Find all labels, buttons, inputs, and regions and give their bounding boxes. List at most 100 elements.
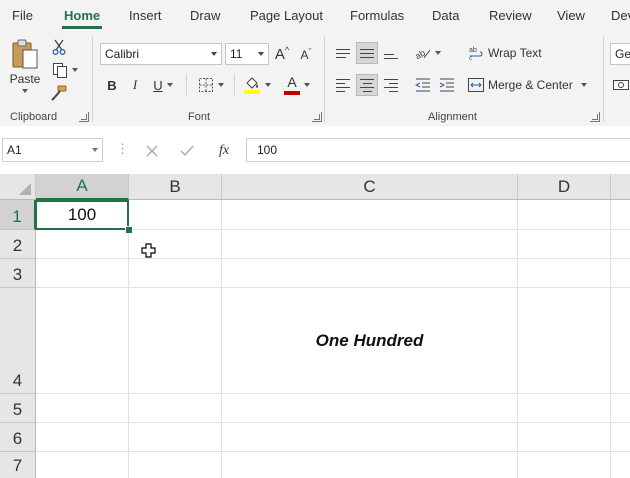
- group-separator: [234, 74, 235, 96]
- column-header-b[interactable]: B: [129, 174, 222, 200]
- orientation-button[interactable]: ab: [412, 42, 444, 64]
- tab-file[interactable]: File: [12, 8, 33, 23]
- paste-button[interactable]: Paste: [8, 38, 42, 102]
- underline-dropdown-icon[interactable]: [166, 83, 173, 87]
- insert-function-button[interactable]: fx: [212, 140, 236, 162]
- tab-home[interactable]: Home: [64, 8, 100, 23]
- formula-bar-splitter[interactable]: ⋮: [116, 141, 129, 157]
- format-painter-button[interactable]: [50, 84, 68, 102]
- column-header-c[interactable]: C: [222, 174, 518, 200]
- row-header-2[interactable]: 2: [0, 230, 36, 259]
- borders-button[interactable]: [194, 74, 228, 96]
- alignment-dialog-launcher-icon[interactable]: [590, 112, 600, 122]
- column-header-d[interactable]: D: [518, 174, 611, 200]
- group-separator: [603, 36, 604, 122]
- font-name-value: Calibri: [105, 47, 140, 61]
- row-header-4[interactable]: 4: [0, 288, 36, 394]
- fill-handle[interactable]: [125, 226, 133, 234]
- decrease-font-size-button[interactable]: Aˇ: [296, 45, 316, 65]
- active-tab-indicator: [62, 26, 102, 29]
- insert-function-icon: fx: [218, 143, 230, 158]
- formula-input[interactable]: 100: [246, 138, 630, 162]
- align-right-button[interactable]: [380, 74, 402, 96]
- paste-dropdown-icon[interactable]: [22, 89, 28, 93]
- svg-text:ab: ab: [469, 47, 477, 54]
- underline-button[interactable]: U: [148, 74, 178, 96]
- close-icon: [146, 145, 158, 157]
- merge-center-label: Merge & Center: [488, 78, 573, 92]
- font-size-box[interactable]: 11: [225, 43, 269, 65]
- font-color-swatch: [284, 91, 300, 95]
- column-header-e[interactable]: [611, 174, 630, 200]
- clipboard-dialog-launcher-icon[interactable]: [79, 112, 89, 122]
- bottom-align-button[interactable]: [380, 42, 402, 64]
- tab-review[interactable]: Review: [489, 8, 532, 23]
- bold-button[interactable]: B: [102, 74, 122, 96]
- borders-dropdown-icon[interactable]: [218, 83, 224, 87]
- font-dialog-launcher-icon[interactable]: [312, 112, 322, 122]
- cell-c4[interactable]: One Hundred: [222, 288, 517, 393]
- bottom-align-icon: [384, 53, 398, 59]
- cell-a1[interactable]: 100: [35, 200, 129, 230]
- increase-indent-button[interactable]: [436, 74, 458, 96]
- tab-page-layout[interactable]: Page Layout: [250, 8, 323, 23]
- font-group-label: Font: [188, 111, 211, 123]
- cell-c4-value: One Hundred: [315, 330, 424, 350]
- increase-font-size-button[interactable]: A ^: [272, 43, 292, 65]
- orientation-dropdown-icon[interactable]: [435, 51, 441, 55]
- tab-insert[interactable]: Insert: [129, 8, 162, 23]
- font-color-dropdown-icon[interactable]: [304, 83, 310, 87]
- copy-button[interactable]: [48, 61, 82, 79]
- center-button[interactable]: [356, 74, 378, 96]
- gridline: [610, 200, 611, 478]
- middle-align-button[interactable]: [356, 42, 378, 64]
- copy-dropdown-icon[interactable]: [72, 68, 78, 72]
- decrease-indent-button[interactable]: [412, 74, 434, 96]
- group-separator: [324, 36, 325, 122]
- merge-center-dropdown-icon[interactable]: [580, 83, 587, 87]
- currency-icon: [613, 80, 629, 90]
- fill-color-button[interactable]: [240, 73, 274, 97]
- row-header-5[interactable]: 5: [0, 394, 36, 423]
- confirm-entry-button[interactable]: [176, 140, 198, 162]
- name-box[interactable]: A1: [2, 138, 103, 162]
- align-left-button[interactable]: [332, 74, 354, 96]
- borders-icon: [199, 78, 213, 92]
- number-format-box[interactable]: Ge: [610, 43, 630, 65]
- tab-view[interactable]: View: [557, 8, 585, 23]
- top-align-button[interactable]: [332, 42, 354, 64]
- clipboard-group-label: Clipboard: [10, 111, 58, 123]
- chevron-down-icon: [92, 148, 98, 152]
- column-header-a[interactable]: A: [36, 174, 129, 200]
- group-separator: [92, 36, 93, 122]
- select-all-corner[interactable]: [0, 174, 36, 200]
- font-color-icon: A: [287, 74, 297, 90]
- select-all-icon: [19, 183, 31, 195]
- underline-icon: U: [153, 77, 163, 93]
- row-header-1[interactable]: 1: [0, 200, 36, 230]
- tab-developer[interactable]: Dev: [611, 8, 630, 23]
- tab-formulas[interactable]: Formulas: [350, 8, 404, 23]
- italic-button[interactable]: I: [125, 74, 145, 96]
- paste-icon: [12, 39, 38, 69]
- fill-color-dropdown-icon[interactable]: [265, 83, 271, 87]
- paste-label: Paste: [9, 72, 41, 86]
- scissors-icon: [52, 39, 66, 55]
- tab-data[interactable]: Data: [432, 8, 459, 23]
- row-header-7[interactable]: 7: [0, 452, 36, 478]
- svg-text:ab: ab: [415, 48, 427, 60]
- merge-center-icon: [468, 78, 484, 92]
- row-header-6[interactable]: 6: [0, 423, 36, 452]
- cancel-entry-button[interactable]: [141, 140, 163, 162]
- format-painter-icon: [51, 85, 67, 101]
- row-header-3[interactable]: 3: [0, 259, 36, 288]
- alignment-group-label: Alignment: [428, 111, 477, 123]
- font-color-button[interactable]: A: [280, 73, 314, 97]
- font-name-box[interactable]: Calibri: [100, 43, 222, 65]
- wrap-text-button[interactable]: ab c Wrap Text: [468, 42, 542, 64]
- align-right-icon: [384, 78, 398, 92]
- cut-button[interactable]: [50, 38, 68, 56]
- merge-center-button[interactable]: Merge & Center: [468, 74, 594, 96]
- tab-draw[interactable]: Draw: [190, 8, 220, 23]
- accounting-format-button[interactable]: [612, 76, 630, 94]
